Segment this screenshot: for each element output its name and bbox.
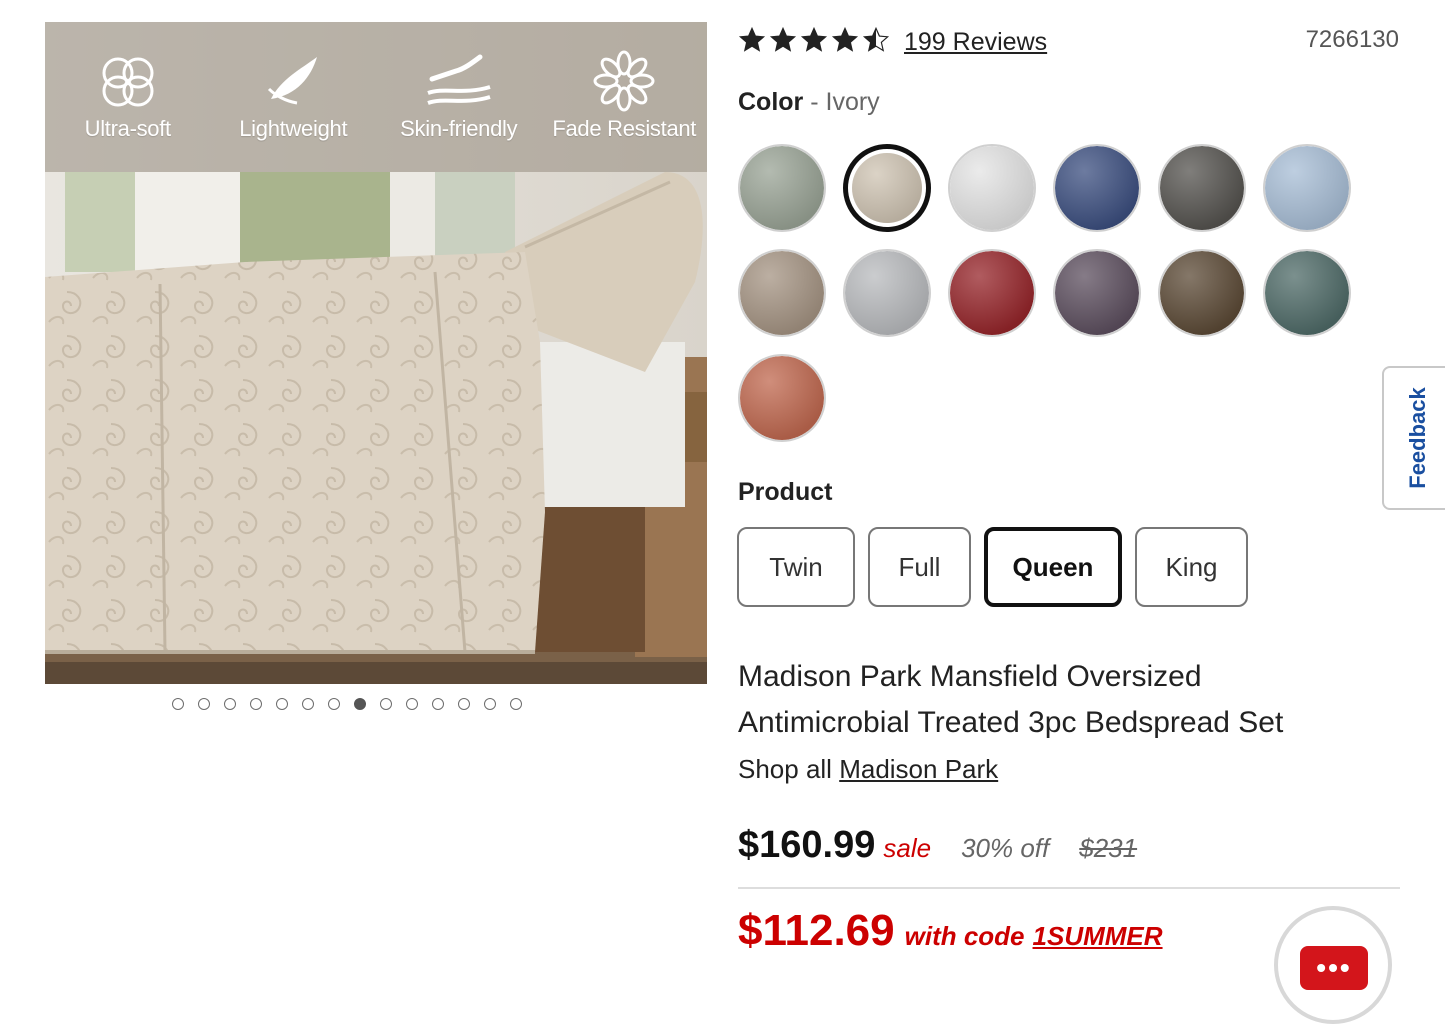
color-swatch[interactable] xyxy=(1263,249,1351,337)
carousel-dots xyxy=(172,698,522,710)
swatch-fabric xyxy=(950,146,1034,230)
color-swatch[interactable] xyxy=(738,144,826,232)
carousel-dot[interactable] xyxy=(432,698,444,710)
selected-color: Ivory xyxy=(825,88,880,116)
color-swatch[interactable] xyxy=(1158,144,1246,232)
sale-label: sale xyxy=(883,833,932,863)
price-line: $160.99 sale 30% off $231 xyxy=(738,824,1137,867)
brand-link[interactable]: Madison Park xyxy=(839,754,998,784)
feedback-label: Feedback xyxy=(1405,387,1430,489)
color-swatch[interactable] xyxy=(843,144,931,232)
swatch-fabric xyxy=(1265,251,1349,335)
product-image[interactable]: Ultra-soft Lightweight Skin-friendly Fad… xyxy=(45,22,707,684)
feature-banner: Ultra-soft Lightweight Skin-friendly Fad… xyxy=(45,22,707,172)
carousel-dot[interactable] xyxy=(224,698,236,710)
feature-label: Skin-friendly xyxy=(400,116,518,141)
carousel-dot[interactable] xyxy=(354,698,366,710)
feature-skin-friendly: Skin-friendly xyxy=(379,22,539,142)
feedback-tab[interactable]: Feedback xyxy=(1382,366,1445,510)
divider xyxy=(738,887,1400,889)
carousel-dot[interactable] xyxy=(458,698,470,710)
carousel-dot[interactable] xyxy=(380,698,392,710)
carousel-dot[interactable] xyxy=(510,698,522,710)
color-swatch[interactable] xyxy=(948,144,1036,232)
promo-price-line: $112.69 with code 1SUMMER xyxy=(738,906,1163,956)
swatch-fabric xyxy=(740,356,824,440)
carousel-dot[interactable] xyxy=(328,698,340,710)
cotton-icon xyxy=(48,46,208,116)
feature-fade-resistant: Fade Resistant xyxy=(544,22,704,142)
feature-label: Lightweight xyxy=(239,116,348,141)
star-icon xyxy=(831,26,859,59)
swatch-fabric xyxy=(740,146,824,230)
swatch-fabric xyxy=(852,153,922,223)
swatch-fabric xyxy=(1055,146,1139,230)
color-swatch[interactable] xyxy=(1158,249,1246,337)
carousel-dot[interactable] xyxy=(484,698,496,710)
chat-button[interactable]: ••• xyxy=(1274,906,1392,1024)
size-selector: Twin Full Queen King xyxy=(737,527,1248,607)
star-icon xyxy=(862,26,890,59)
swatch-fabric xyxy=(1160,146,1244,230)
carousel-dot[interactable] xyxy=(198,698,210,710)
feature-lightweight: Lightweight xyxy=(213,22,373,142)
sale-price: $160.99 xyxy=(738,824,876,866)
flower-icon xyxy=(544,46,704,116)
size-king-button[interactable]: King xyxy=(1135,527,1248,607)
color-label: Color xyxy=(738,88,804,116)
swatch-fabric xyxy=(950,251,1034,335)
size-twin-button[interactable]: Twin xyxy=(737,527,855,607)
star-icon xyxy=(800,26,828,59)
product-label: Product xyxy=(738,478,833,506)
color-swatch[interactable] xyxy=(738,249,826,337)
swatch-fabric xyxy=(845,251,929,335)
color-swatch[interactable] xyxy=(1053,144,1141,232)
feature-ultra-soft: Ultra-soft xyxy=(48,22,208,142)
feather-icon xyxy=(213,46,373,116)
rating-summary: 199 Reviews xyxy=(738,26,1047,59)
color-swatch[interactable] xyxy=(738,354,826,442)
color-swatch[interactable] xyxy=(948,249,1036,337)
feature-label: Fade Resistant xyxy=(552,116,697,141)
color-swatch[interactable] xyxy=(843,249,931,337)
star-icon xyxy=(769,26,797,59)
chat-bubble-icon: ••• xyxy=(1300,946,1368,990)
web-id: 7266130 xyxy=(1305,26,1399,53)
reviews-link[interactable]: 199 Reviews xyxy=(904,28,1047,57)
original-price: $231 xyxy=(1079,833,1138,863)
color-heading: Color - Ivory xyxy=(738,88,880,117)
color-swatch[interactable] xyxy=(1263,144,1351,232)
product-title: Madison Park Mansfield Oversized Antimic… xyxy=(738,660,1284,739)
swatch-fabric xyxy=(1160,251,1244,335)
promo-price: $112.69 xyxy=(738,906,895,955)
chat-dots: ••• xyxy=(1316,952,1352,983)
hand-wave-icon xyxy=(379,46,539,116)
star-rating xyxy=(738,26,890,59)
star-icon xyxy=(738,26,766,59)
carousel-dot[interactable] xyxy=(172,698,184,710)
feature-label: Ultra-soft xyxy=(84,116,172,141)
color-swatch[interactable] xyxy=(1053,249,1141,337)
size-full-button[interactable]: Full xyxy=(868,527,971,607)
swatch-fabric xyxy=(1055,251,1139,335)
carousel-dot[interactable] xyxy=(250,698,262,710)
size-queen-button[interactable]: Queen xyxy=(984,527,1122,607)
carousel-dot[interactable] xyxy=(276,698,288,710)
color-separator: - xyxy=(803,88,826,116)
swatch-fabric xyxy=(1265,146,1349,230)
shop-all-line: Shop all Madison Park xyxy=(738,754,998,785)
promo-code-link[interactable]: 1SUMMER xyxy=(1033,921,1163,952)
carousel-dot[interactable] xyxy=(406,698,418,710)
shop-all-prefix: Shop all xyxy=(738,754,832,784)
discount-percent: 30% off xyxy=(961,833,1050,863)
promo-with-code: with code xyxy=(904,921,1025,951)
swatch-fabric xyxy=(740,251,824,335)
carousel-dot[interactable] xyxy=(302,698,314,710)
